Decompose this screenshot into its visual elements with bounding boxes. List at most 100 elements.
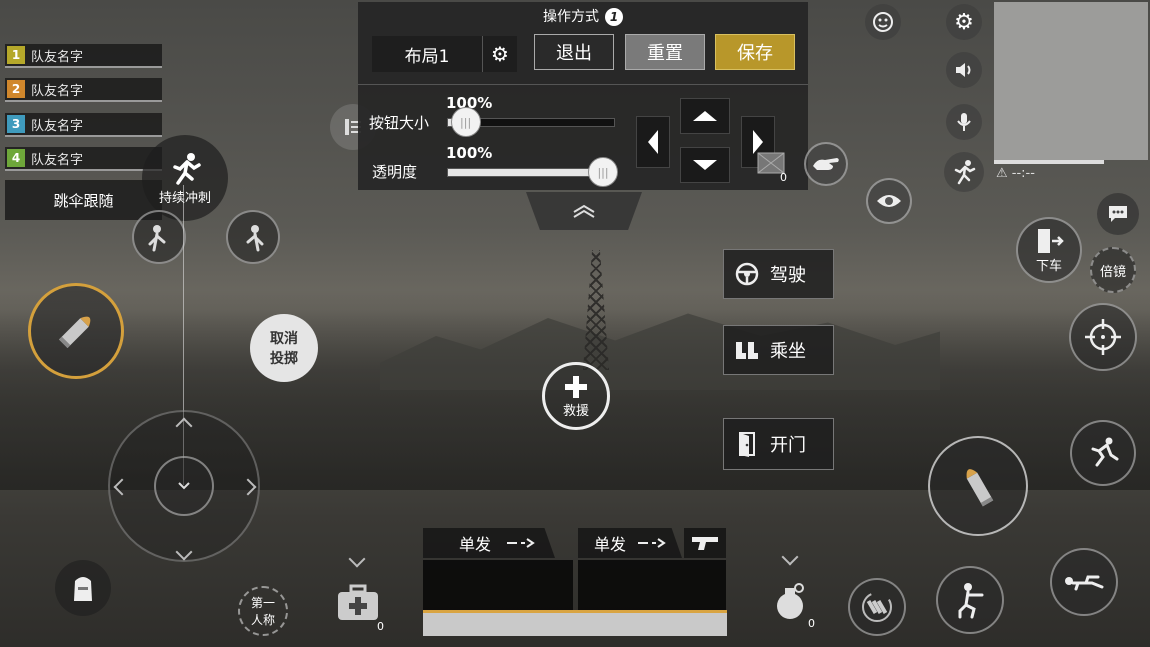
emote-button[interactable] <box>865 4 901 40</box>
open-door-button[interactable]: 开门 <box>723 418 834 470</box>
medkit-button[interactable] <box>336 582 380 622</box>
single-fire-icon <box>638 538 666 548</box>
info-badge-icon[interactable]: 1 <box>605 8 623 26</box>
teammate-row-4: 4 队友名字 <box>5 147 162 171</box>
grenade-count: 0 <box>808 617 815 630</box>
open-door-label: 开门 <box>770 435 806 456</box>
drive-label: 驾驶 <box>770 265 806 286</box>
button-size-slider[interactable]: ||| <box>447 107 615 137</box>
ride-label: 乘坐 <box>770 341 806 362</box>
reload-button[interactable] <box>848 578 906 636</box>
move-left-button[interactable] <box>636 116 670 168</box>
layout-selector[interactable]: 布局1 ⚙ <box>372 36 517 72</box>
bullet-icon <box>966 469 994 507</box>
button-size-label: 按钮大小 <box>369 114 430 132</box>
auto-sprint-label: 持续冲刺 <box>158 190 211 206</box>
cancel-throw-label-1: 取消 <box>270 331 298 347</box>
medkit-icon <box>338 584 378 620</box>
move-up-button[interactable] <box>680 98 730 134</box>
weapon-slot-2[interactable] <box>578 560 726 612</box>
seat-icon <box>724 339 770 361</box>
pickup-button[interactable] <box>804 142 848 186</box>
arrow-up-icon <box>693 111 717 121</box>
minimap-timer: ⚠ --:-- <box>996 166 1035 181</box>
gear-icon[interactable]: ⚙ <box>482 36 517 72</box>
exit-door-icon <box>1038 228 1064 253</box>
exit-button[interactable]: 退出 <box>534 34 614 70</box>
scope-button[interactable]: 倍镜 <box>1090 247 1136 293</box>
double-chevron-up-icon <box>573 204 595 218</box>
minimap[interactable] <box>994 2 1148 160</box>
right-fire-button[interactable] <box>928 436 1028 536</box>
speaker-button[interactable] <box>946 52 982 88</box>
exit-vehicle-button[interactable]: 下车 <box>1016 217 1082 283</box>
chat-bubble-icon <box>1109 206 1127 222</box>
move-down-button[interactable] <box>680 147 730 183</box>
left-fire-button[interactable] <box>28 283 124 379</box>
teammate-number: 1 <box>7 46 25 64</box>
weapon-slot-2-fire-mode: 单发 <box>594 535 627 554</box>
reset-button[interactable]: 重置 <box>625 34 705 70</box>
steering-wheel-icon <box>724 261 770 287</box>
microphone-button[interactable] <box>946 104 982 140</box>
reload-bullets-icon <box>862 592 892 622</box>
crouch-button[interactable] <box>936 566 1004 634</box>
lean-right-icon <box>246 225 264 252</box>
opacity-slider[interactable]: ||| <box>447 157 618 187</box>
bullet-icon <box>59 316 91 348</box>
grenade-button[interactable] <box>770 580 812 622</box>
scope-label: 倍镜 <box>1099 264 1126 280</box>
crate-count: 0 <box>780 171 787 184</box>
save-button[interactable]: 保存 <box>715 34 795 70</box>
backpack-icon <box>74 577 92 601</box>
pistol-slot[interactable] <box>684 528 726 558</box>
prone-button[interactable] <box>1050 548 1118 616</box>
backpack-button[interactable] <box>55 560 111 616</box>
lean-right-button[interactable] <box>226 210 280 264</box>
crouching-man-icon <box>958 583 984 619</box>
prone-man-icon <box>1065 575 1104 591</box>
opacity-slider-fill <box>448 169 602 176</box>
jumping-man-icon <box>1091 437 1119 467</box>
panel-title: 操作方式 1 <box>358 6 808 26</box>
rescue-button[interactable]: 救援 <box>542 362 610 430</box>
first-person-label-2: 人称 <box>250 613 275 627</box>
weapon-slot-1-header[interactable]: 单发 <box>423 528 555 558</box>
auto-sprint-button[interactable]: 持续冲刺 <box>142 135 228 221</box>
cancel-throw-button[interactable]: 取消 投掷 <box>250 314 318 382</box>
teammate-name: 队友名字 <box>31 83 84 99</box>
ride-button[interactable]: 乘坐 <box>723 325 834 375</box>
panel-divider <box>358 84 808 85</box>
lean-left-icon <box>148 225 166 252</box>
teammate-number: 4 <box>7 149 25 167</box>
parachute-follow-button[interactable]: 跳伞跟随 <box>5 180 162 220</box>
chat-button[interactable] <box>1097 193 1139 235</box>
pistol-icon <box>692 537 718 550</box>
drive-button[interactable]: 驾驶 <box>723 249 834 299</box>
minimap-progress-bar <box>994 160 1104 164</box>
free-look-button[interactable] <box>866 178 912 224</box>
sprint-toggle-button[interactable] <box>944 152 984 192</box>
weapon-slot-1[interactable] <box>423 560 573 612</box>
medkit-expand-chevron-icon[interactable] <box>348 550 366 568</box>
arrow-down-icon <box>693 160 717 170</box>
teammate-row-2: 2 队友名字 <box>5 78 162 102</box>
joystick-knob[interactable] <box>154 456 214 516</box>
medkit-count: 0 <box>377 620 384 633</box>
grenade-icon <box>777 583 804 619</box>
button-size-slider-handle[interactable]: ||| <box>450 107 481 137</box>
jump-button[interactable] <box>1070 420 1136 486</box>
minimap-time-text: --:-- <box>1011 166 1035 181</box>
opacity-value: 100% <box>446 144 493 162</box>
weapon-slot-2-header[interactable]: 单发 <box>578 528 682 558</box>
opacity-slider-handle[interactable]: ||| <box>588 157 618 187</box>
first-person-toggle[interactable]: 第一 人称 <box>238 586 288 636</box>
collapse-panel-button[interactable] <box>526 192 642 230</box>
panel-title-text: 操作方式 <box>543 9 599 25</box>
parachute-follow-label: 跳伞跟随 <box>53 191 114 210</box>
lean-left-button[interactable] <box>132 210 186 264</box>
aim-button[interactable] <box>1069 303 1137 371</box>
grenade-expand-chevron-icon[interactable] <box>781 548 799 566</box>
settings-button[interactable]: ⚙ <box>946 4 982 40</box>
crosshair-icon <box>1085 319 1121 355</box>
